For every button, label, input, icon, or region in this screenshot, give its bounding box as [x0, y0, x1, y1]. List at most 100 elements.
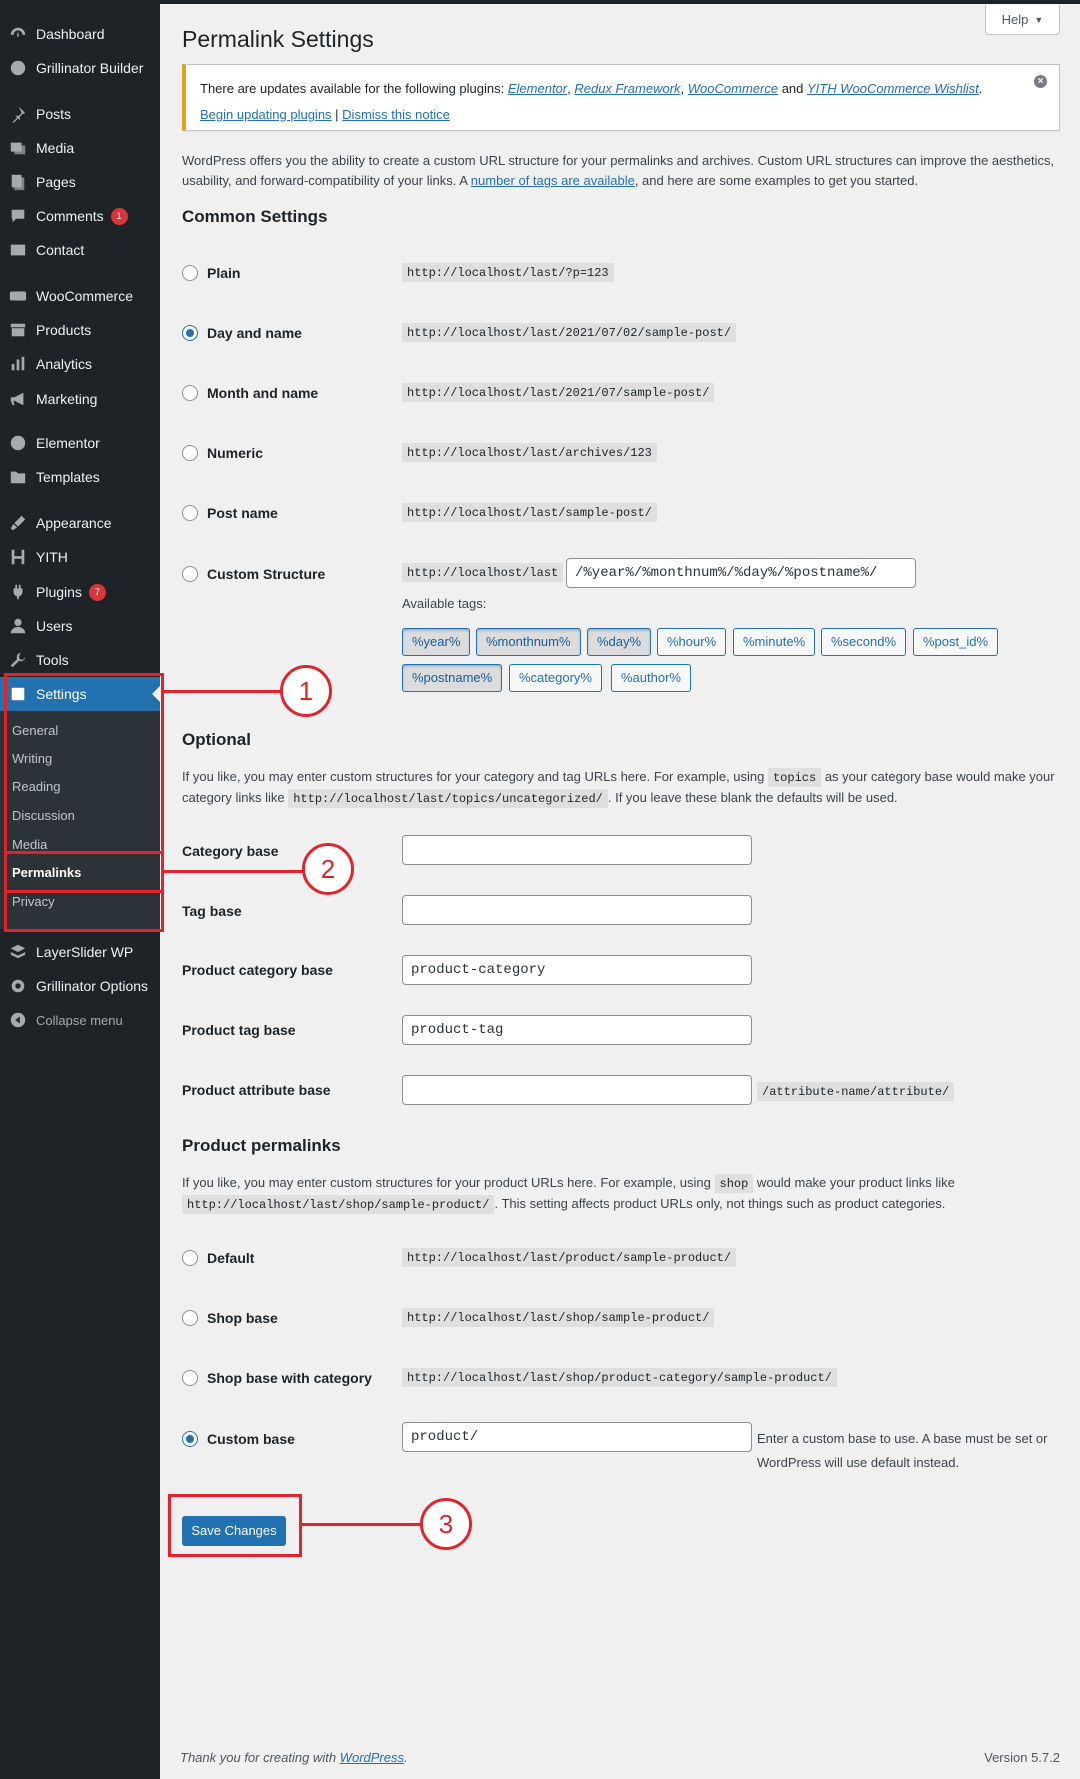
option-plain[interactable]: Plain [182, 265, 240, 281]
sidebar-item-yith[interactable]: YITH [0, 540, 160, 574]
product-attribute-base-input[interactable] [402, 1075, 752, 1105]
tag-year-button[interactable]: %year% [402, 628, 471, 656]
notice-link-woocommerce[interactable]: WooCommerce [688, 81, 778, 96]
notice-link-elementor[interactable]: Elementor [508, 81, 567, 96]
footer-version: Version 5.7.2 [984, 1750, 1060, 1765]
option-product-default[interactable]: Default [182, 1250, 254, 1266]
tag-base-input[interactable] [402, 895, 752, 925]
custom-structure-input[interactable]: /%year%/%monthnum%/%day%/%postname%/ [566, 558, 916, 588]
page-title: Permalink Settings [182, 26, 374, 52]
yith-icon [0, 548, 36, 566]
radio-post-name[interactable] [182, 505, 198, 521]
sidebar-item-products[interactable]: Products [0, 313, 160, 347]
sidebar-item-woocommerce[interactable]: WooCommerce [0, 279, 160, 313]
code-category-example: http://localhost/last/topics/uncategoriz… [288, 789, 608, 808]
optional-heading: Optional [182, 730, 251, 749]
sidebar-item-plugins[interactable]: Plugins 7 [0, 575, 160, 609]
tag-minute-button[interactable]: %minute% [733, 628, 816, 656]
option-custom-structure[interactable]: Custom Structure [182, 566, 325, 582]
radio-month-and-name[interactable] [182, 385, 198, 401]
tag-hour-button[interactable]: %hour% [657, 628, 727, 656]
sidebar-item-posts[interactable]: Posts [0, 97, 160, 131]
radio-plain[interactable] [182, 265, 198, 281]
sidebar-item-appearance[interactable]: Appearance [0, 506, 160, 540]
option-numeric[interactable]: Numeric [182, 445, 263, 461]
product-tag-base-input[interactable]: product-tag [402, 1015, 752, 1045]
radio-custom-structure[interactable] [182, 566, 198, 582]
plugin-icon [0, 583, 36, 601]
attribute-suffix: /attribute-name/attribute/ [757, 1082, 955, 1101]
code-shop: shop [714, 1174, 754, 1193]
tag-second-button[interactable]: %second% [821, 628, 907, 656]
wordpress-link[interactable]: WordPress [340, 1750, 404, 1765]
option-day-and-name[interactable]: Day and name [182, 325, 302, 341]
brush-icon [0, 514, 36, 532]
woo-icon [0, 287, 36, 305]
sidebar-item-marketing[interactable]: Marketing [0, 382, 160, 416]
sidebar-item-contact[interactable]: Contact [0, 233, 160, 267]
optional-description: If you like, you may enter custom struct… [182, 768, 1055, 808]
collapse-menu-button[interactable]: Collapse menu [0, 1003, 160, 1037]
gear-icon [0, 977, 36, 995]
caret-down-icon: ▼ [1034, 14, 1044, 25]
custom-base-description: Enter a custom base to use. A base must … [757, 1431, 1048, 1470]
notice-link-redux[interactable]: Redux Framework [574, 81, 680, 96]
notice-text: There are updates available for the foll… [200, 81, 983, 96]
tag-post-id-button[interactable]: %post_id% [913, 628, 999, 656]
option-post-name[interactable]: Post name [182, 505, 278, 521]
tag-day-button[interactable]: %day% [587, 628, 652, 656]
option-shop-base-category[interactable]: Shop base with category [182, 1370, 372, 1386]
option-month-and-name[interactable]: Month and name [182, 385, 318, 401]
radio-product-default[interactable] [182, 1250, 198, 1266]
tag-postname-button[interactable]: %postname% [402, 664, 503, 692]
sidebar-item-layerslider[interactable]: LayerSlider WP [0, 935, 160, 969]
folder-icon [0, 468, 36, 486]
sidebar-item-pages[interactable]: Pages [0, 165, 160, 199]
radio-numeric[interactable] [182, 445, 198, 461]
close-icon[interactable]: × [1034, 75, 1047, 88]
annotation-box-save [168, 1494, 302, 1557]
sidebar-item-media[interactable]: Media [0, 131, 160, 165]
notice-actions: Begin updating plugins | Dismiss this no… [200, 107, 450, 122]
chart-icon [0, 355, 36, 373]
begin-updating-link[interactable]: Begin updating plugins [200, 107, 332, 122]
example-url-day-and-name: http://localhost/last/2021/07/02/sample-… [402, 323, 737, 342]
sidebar-item-tools[interactable]: Tools [0, 643, 160, 677]
sidebar-item-comments[interactable]: Comments 1 [0, 199, 160, 233]
elementor-icon [0, 434, 36, 452]
category-base-label: Category base [182, 843, 279, 859]
archive-icon [0, 321, 36, 339]
sidebar-item-grillinator-options[interactable]: Grillinator Options [0, 969, 160, 1003]
common-settings-heading: Common Settings [182, 207, 328, 226]
radio-shop-base[interactable] [182, 1310, 198, 1326]
annotation-marker-2: 2 [302, 843, 354, 895]
sidebar-item-templates[interactable]: Templates [0, 460, 160, 494]
category-base-input[interactable] [402, 835, 752, 865]
help-tab-button[interactable]: Help ▼ [985, 5, 1060, 35]
notice-link-yith-wishlist[interactable]: YITH WooCommerce Wishlist [807, 81, 979, 96]
radio-day-and-name[interactable] [182, 325, 198, 341]
sidebar-item-analytics[interactable]: Analytics [0, 347, 160, 381]
tags-link[interactable]: number of tags are available [471, 173, 635, 188]
mail-icon [0, 241, 36, 259]
annotation-line-3 [302, 1523, 422, 1526]
radio-shop-base-category[interactable] [182, 1370, 198, 1386]
tag-monthnum-button[interactable]: %monthnum% [476, 628, 581, 656]
example-url-post-name: http://localhost/last/sample-post/ [402, 503, 657, 522]
sidebar-item-users[interactable]: Users [0, 609, 160, 643]
footer-thanks: Thank you for creating with WordPress. [180, 1750, 408, 1765]
option-shop-base[interactable]: Shop base [182, 1310, 278, 1326]
pin-icon [0, 105, 36, 123]
tag-category-button[interactable]: %category% [509, 664, 602, 692]
dismiss-notice-link[interactable]: Dismiss this notice [342, 107, 450, 122]
tag-author-button[interactable]: %author% [611, 664, 691, 692]
product-category-base-input[interactable]: product-category [402, 955, 752, 985]
comments-count-badge: 1 [110, 207, 128, 225]
example-url-shop-base-category: http://localhost/last/shop/product-categ… [402, 1368, 837, 1387]
sidebar-item-elementor[interactable]: Elementor [0, 426, 160, 460]
sidebar-item-grillinator-builder[interactable]: Grillinator Builder [0, 51, 160, 85]
globe-icon [0, 59, 36, 77]
sidebar-item-dashboard[interactable]: Dashboard [0, 17, 160, 51]
comment-icon [0, 207, 36, 225]
plugins-count-badge: 7 [88, 583, 106, 601]
